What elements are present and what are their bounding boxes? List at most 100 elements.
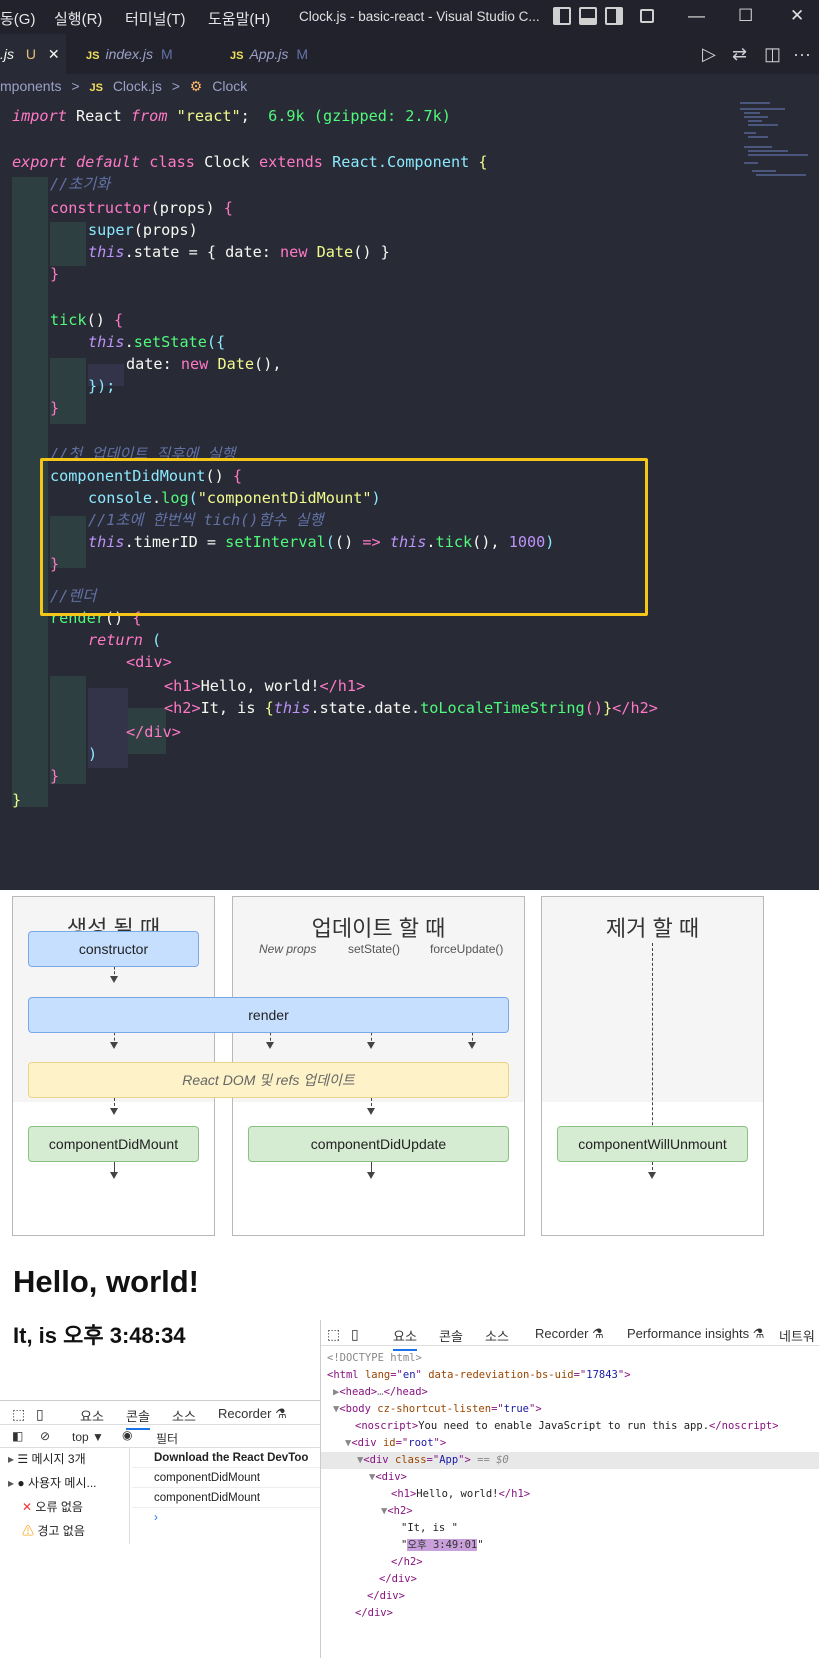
code-line: }); — [88, 377, 116, 395]
dom-node-div[interactable]: ▼<div> — [369, 1469, 407, 1486]
dom-node-app[interactable]: ▼<div class="App"> == $0 — [321, 1452, 819, 1469]
will-unmount-box: componentWillUnmount — [557, 1126, 748, 1162]
more-actions-icon[interactable]: ··· — [793, 44, 811, 65]
tab-elements[interactable]: 요소 — [393, 1326, 417, 1351]
breadcrumb-separator: > — [71, 78, 80, 94]
code-line: } — [50, 399, 60, 417]
trigger-force-update: forceUpdate() — [430, 942, 504, 956]
sidebar-item-warnings[interactable]: ⚠ 경고 없음 — [22, 1520, 85, 1542]
tab-elements[interactable]: 요소 — [80, 1406, 104, 1425]
time-heading: It, is 오후 3:48:34 — [13, 1323, 186, 1348]
minimize-button[interactable]: — — [688, 6, 705, 26]
warning-icon: ⚠ — [22, 1524, 35, 1538]
did-mount-box: componentDidMount — [28, 1126, 199, 1162]
toggle-panel-icon[interactable] — [579, 7, 597, 25]
maximize-button[interactable]: ☐ — [738, 6, 753, 26]
device-toolbar-icon[interactable]: ▯ — [351, 1326, 359, 1343]
tab-network[interactable]: 네트워 — [779, 1326, 815, 1345]
sidebar-item-messages[interactable]: ▸ ☰ 메시지 3개 — [8, 1448, 86, 1470]
sidebar-toggle-icon[interactable]: ◧ — [12, 1429, 23, 1443]
code-line: export default class Clock extends React… — [12, 153, 488, 171]
sidebar-item-user-messages[interactable]: ▸ ● 사용자 메시... — [8, 1472, 97, 1494]
dom-node-head[interactable]: ▶<head>…</head> — [333, 1384, 428, 1401]
device-toolbar-icon[interactable]: ▯ — [36, 1406, 44, 1423]
dom-node-html[interactable]: <html lang="en" data-redeviation-bs-uid=… — [327, 1367, 631, 1384]
constructor-box: constructor — [28, 931, 199, 967]
dom-node-h2[interactable]: ▼<h2> — [381, 1503, 413, 1520]
tab-recorder[interactable]: Recorder ⚗ — [535, 1326, 604, 1342]
code-line: date: new Date(), — [126, 355, 282, 373]
menu-help[interactable]: 도움말(H) — [208, 8, 270, 29]
tab-console[interactable]: 콘솔 — [439, 1326, 463, 1345]
inspect-icon[interactable]: ⬚ — [12, 1406, 25, 1423]
import-cost: 6.9k (gzipped: 2.7k) — [268, 107, 451, 125]
console-message: componentDidMount — [132, 1468, 320, 1488]
tab-performance-insights[interactable]: Performance insights ⚗ — [627, 1326, 764, 1342]
console-message: Download the React DevToo — [132, 1448, 320, 1468]
close-window-button[interactable]: ✕ — [790, 6, 804, 26]
error-icon: ✕ — [22, 1500, 33, 1514]
indent-guide — [50, 222, 86, 266]
filter-input[interactable]: 필터 — [156, 1430, 178, 1447]
dom-text-node[interactable]: "It, is " — [401, 1520, 458, 1537]
context-selector[interactable]: top ▼ — [72, 1430, 104, 1444]
customize-layout-icon[interactable] — [640, 9, 654, 23]
dom-node-noscript[interactable]: <noscript>You need to enable JavaScript … — [355, 1418, 779, 1435]
console-toolbar: ◧ ⊘ top ▼ ◉ 필터 — [0, 1426, 320, 1448]
dom-node-h2-close: </h2> — [391, 1556, 423, 1568]
close-icon[interactable]: ✕ — [48, 46, 60, 62]
toggle-sidebar-icon[interactable] — [553, 7, 571, 25]
breadcrumb-folder[interactable]: mponents — [0, 78, 61, 94]
dom-node-div-close: </div> — [379, 1573, 417, 1585]
tab-recorder[interactable]: Recorder ⚗ — [218, 1406, 287, 1422]
window-title: Clock.js - basic-react - Visual Studio C… — [299, 9, 540, 24]
breadcrumb-file[interactable]: Clock.js — [113, 78, 162, 94]
lifecycle-diagram: 생성 될 때 업데이트 할 때 제거 할 때 constructor New p… — [0, 890, 819, 1250]
hello-heading: Hello, world! — [13, 1264, 199, 1299]
menu-terminal[interactable]: 터미널(T) — [125, 8, 186, 29]
devtools-elements: ⬚ ▯ 요소 콘솔 소스 Recorder ⚗ Performance insi… — [320, 1320, 819, 1658]
console-sidebar: ▸ ☰ 메시지 3개 ▸ ● 사용자 메시... ✕ 오류 없음 ⚠ 경고 없음 — [0, 1448, 130, 1544]
vscode-window: 동(G) 실행(R) 터미널(T) 도움말(H) Clock.js - basi… — [0, 0, 819, 890]
tab-sources[interactable]: 소스 — [172, 1406, 196, 1425]
code-line: this.state = { date: new Date() } — [88, 243, 390, 261]
code-line: } — [12, 791, 22, 809]
minimap[interactable] — [738, 100, 816, 190]
dom-node-h1[interactable]: <h1>Hello, world!</h1> — [391, 1486, 530, 1503]
class-symbol-icon: ⚙ — [189, 78, 203, 94]
run-icon[interactable]: ▷ — [702, 44, 716, 65]
code-line: <h2>It, is {this.state.date.toLocaleTime… — [164, 699, 658, 717]
list-icon: ☰ — [17, 1452, 29, 1466]
code-line: } — [50, 265, 60, 283]
tab-sources[interactable]: 소스 — [485, 1326, 509, 1345]
dom-node-root[interactable]: ▼<div id="root"> — [345, 1435, 446, 1452]
render-box: render — [28, 997, 509, 1033]
panel-title: 제거 할 때 — [605, 916, 700, 941]
sidebar-item-errors[interactable]: ✕ 오류 없음 — [22, 1496, 83, 1518]
split-editor-icon[interactable]: ◫ — [764, 44, 781, 65]
eye-icon[interactable]: ◉ — [122, 1428, 132, 1442]
tab-clock-js[interactable]: .js U ✕ — [0, 34, 66, 74]
code-line: this.setState({ — [88, 333, 226, 351]
dom-node-div-close: </div> — [355, 1607, 393, 1619]
tab-index-js[interactable]: JS index.js M — [86, 34, 196, 74]
react-dom-update-box: React DOM 및 refs 업데이트 — [28, 1062, 509, 1098]
console-prompt[interactable]: › — [132, 1508, 320, 1528]
compare-changes-icon[interactable]: ⇄ — [732, 44, 747, 65]
code-line: <div> — [126, 653, 172, 671]
tab-app-js[interactable]: JS App.js M — [230, 34, 340, 74]
dom-node-body[interactable]: ▼<body cz-shortcut-listen="true"> — [333, 1401, 542, 1418]
breadcrumb-symbol[interactable]: Clock — [212, 78, 247, 94]
clear-console-icon[interactable]: ⊘ — [40, 1429, 50, 1443]
tab-label: App.js — [249, 46, 289, 62]
breadcrumb-separator: > — [171, 78, 180, 94]
console-message: componentDidMount — [132, 1488, 320, 1508]
user-icon: ● — [17, 1476, 25, 1490]
menu-run[interactable]: 실행(R) — [54, 8, 102, 29]
did-update-box: componentDidUpdate — [248, 1126, 509, 1162]
code-line: return ( — [88, 631, 162, 649]
menu-go[interactable]: 동(G) — [0, 8, 35, 29]
toggle-secondary-sidebar-icon[interactable] — [605, 7, 623, 25]
inspect-icon[interactable]: ⬚ — [327, 1326, 340, 1343]
dom-text-node-time[interactable]: "오후 3:49:01" — [401, 1537, 484, 1554]
